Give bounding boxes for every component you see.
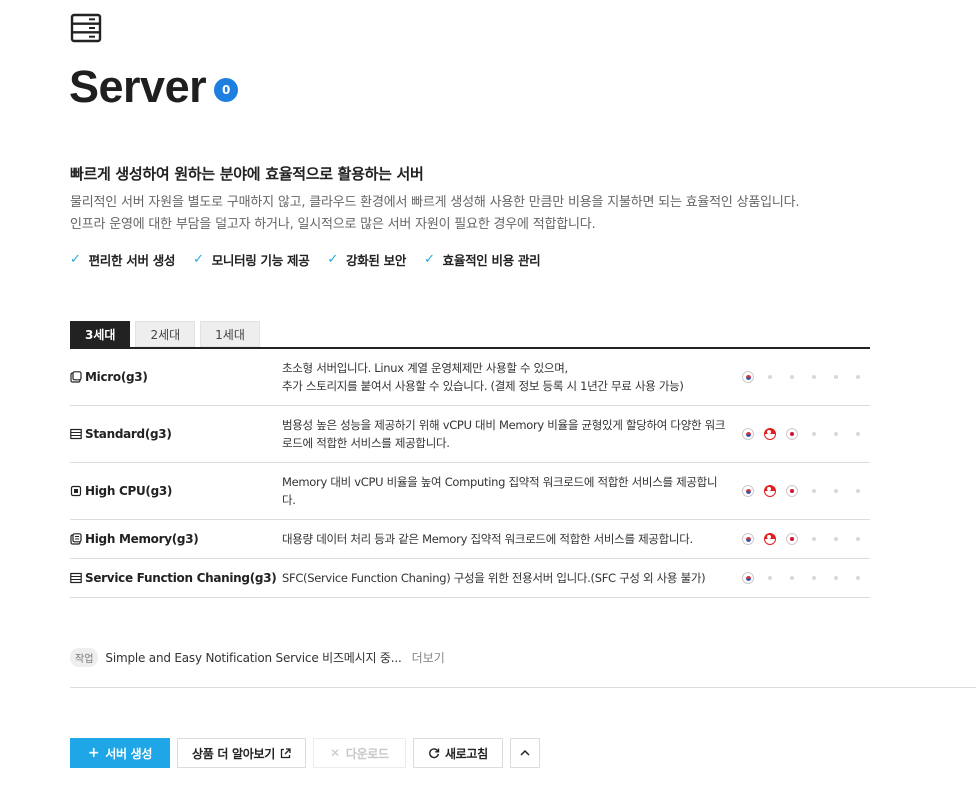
task-notice: 작업 Simple and Easy Notification Service …	[70, 648, 445, 667]
table-row[interactable]: Standard(g3) 범용성 높은 성능을 제공하기 위해 vCPU 대비 …	[70, 406, 870, 463]
region-unavailable-dot	[847, 532, 869, 546]
region-unavailable-dot	[781, 571, 803, 585]
check-icon: ✓	[193, 252, 204, 267]
server-type-description: SFC(Service Function Chaning) 구성을 위한 전용서…	[282, 571, 706, 585]
server-type-table: Micro(g3) 초소형 서버입니다. Linux 계열 운영체제만 사용할 …	[70, 347, 870, 598]
micro-server-icon	[70, 371, 82, 383]
task-more-link[interactable]: 더보기	[412, 649, 445, 666]
server-type-description: 초소형 서버입니다. Linux 계열 운영체제만 사용할 수 있으며, 추가 스…	[282, 361, 684, 393]
feature-item: ✓ 편리한 서버 생성	[70, 252, 176, 268]
description-line-2: 인프라 운영에 대한 부담을 덜고자 하거나, 일시적으로 많은 서버 자원이 …	[70, 217, 596, 232]
action-toolbar: + 서버 생성 상품 더 알아보기 ✕ 다운로드 새로고침	[70, 738, 540, 768]
external-link-icon	[280, 747, 291, 758]
feature-item: ✓ 모니터링 기능 제공	[193, 252, 310, 268]
region-availability	[737, 370, 869, 384]
region-unavailable-dot	[825, 427, 847, 441]
feature-item: ✓ 효율적인 비용 관리	[424, 252, 541, 268]
region-unavailable-dot	[847, 484, 869, 498]
region-kr-flag	[737, 370, 759, 384]
region-unavailable-dot	[781, 370, 803, 384]
learn-more-button[interactable]: 상품 더 알아보기	[177, 738, 306, 768]
server-type-name[interactable]: Standard(g3)	[70, 427, 282, 441]
server-type-name[interactable]: High Memory(g3)	[70, 532, 282, 546]
region-sg-flag	[759, 532, 781, 546]
check-icon: ✓	[70, 252, 81, 267]
region-kr-flag	[737, 532, 759, 546]
refresh-button[interactable]: 새로고침	[412, 738, 503, 768]
region-unavailable-dot	[803, 532, 825, 546]
region-unavailable-dot	[759, 571, 781, 585]
region-jp-flag	[781, 532, 803, 546]
server-rack-icon	[70, 13, 102, 43]
tab-gen2[interactable]: 2세대	[135, 321, 196, 347]
memory-server-icon	[70, 533, 82, 545]
server-type-name[interactable]: Service Function Chaning(g3)	[70, 571, 282, 585]
server-type-description: Memory 대비 vCPU 비율을 높여 Computing 집약적 워크로드…	[282, 475, 718, 507]
feature-list: ✓ 편리한 서버 생성 ✓ 모니터링 기능 제공 ✓ 강화된 보안 ✓ 효율적인 비용 …	[70, 250, 541, 269]
tab-gen1[interactable]: 1세대	[200, 321, 260, 347]
title-row: Server 0	[69, 60, 239, 114]
region-unavailable-dot	[825, 484, 847, 498]
region-jp-flag	[781, 484, 803, 498]
table-row[interactable]: High Memory(g3) 대용량 데이터 처리 등과 같은 Memory …	[70, 520, 870, 559]
region-unavailable-dot	[803, 370, 825, 384]
collapse-button[interactable]	[509, 738, 540, 768]
close-icon: ✕	[330, 746, 340, 760]
region-unavailable-dot	[803, 427, 825, 441]
product-headline: 빠르게 생성하여 원하는 분야에 효율적으로 활용하는 서버	[70, 165, 424, 183]
sfc-server-icon	[70, 572, 82, 584]
feature-item: ✓ 강화된 보안	[327, 252, 407, 268]
region-jp-flag	[781, 427, 803, 441]
create-server-button[interactable]: + 서버 생성	[70, 738, 170, 768]
region-kr-flag	[737, 427, 759, 441]
region-unavailable-dot	[825, 532, 847, 546]
chevron-up-icon	[520, 749, 530, 756]
region-unavailable-dot	[803, 484, 825, 498]
region-unavailable-dot	[825, 571, 847, 585]
divider	[70, 687, 976, 688]
check-icon: ✓	[327, 252, 339, 267]
product-description: 물리적인 서버 자원을 별도로 구매하지 않고, 클라우드 환경에서 빠르게 생…	[70, 192, 800, 236]
server-type-name[interactable]: Micro(g3)	[70, 370, 282, 384]
region-kr-flag	[737, 484, 759, 498]
region-availability	[737, 427, 869, 441]
download-button[interactable]: ✕ 다운로드	[312, 738, 406, 768]
description-line-1: 물리적인 서버 자원을 별도로 구매하지 않고, 클라우드 환경에서 빠르게 생…	[70, 195, 800, 210]
table-row[interactable]: Service Function Chaning(g3) SFC(Service…	[70, 559, 870, 598]
region-availability	[737, 532, 869, 546]
task-badge: 작업	[70, 648, 99, 667]
table-row[interactable]: Micro(g3) 초소형 서버입니다. Linux 계열 운영체제만 사용할 …	[70, 349, 870, 406]
refresh-icon	[429, 748, 440, 759]
region-sg-flag	[759, 427, 781, 441]
server-type-description: 대용량 데이터 처리 등과 같은 Memory 집약적 워크로드에 적합한 서비…	[282, 532, 693, 546]
region-unavailable-dot	[847, 427, 869, 441]
generation-tabs: 3세대 2세대 1세대	[70, 321, 260, 347]
region-kr-flag	[737, 571, 759, 585]
region-unavailable-dot	[847, 370, 869, 384]
task-text: Simple and Easy Notification Service 비즈메…	[105, 651, 402, 665]
region-availability	[737, 571, 869, 585]
region-unavailable-dot	[759, 370, 781, 384]
region-unavailable-dot	[803, 571, 825, 585]
plus-icon: +	[87, 745, 100, 761]
cpu-server-icon	[70, 485, 82, 497]
region-availability	[737, 484, 869, 498]
table-row[interactable]: High CPU(g3) Memory 대비 vCPU 비율을 높여 Compu…	[70, 463, 870, 520]
check-icon: ✓	[424, 252, 435, 267]
server-count-badge: 0	[214, 78, 239, 102]
region-unavailable-dot	[825, 370, 847, 384]
page-title: Server	[69, 61, 207, 112]
tab-gen3[interactable]: 3세대	[70, 321, 131, 347]
region-sg-flag	[759, 484, 781, 498]
region-unavailable-dot	[847, 571, 869, 585]
standard-server-icon	[70, 428, 82, 440]
server-type-name[interactable]: High CPU(g3)	[70, 484, 282, 498]
server-type-description: 범용성 높은 성능을 제공하기 위해 vCPU 대비 Memory 비율을 균형…	[282, 418, 726, 450]
